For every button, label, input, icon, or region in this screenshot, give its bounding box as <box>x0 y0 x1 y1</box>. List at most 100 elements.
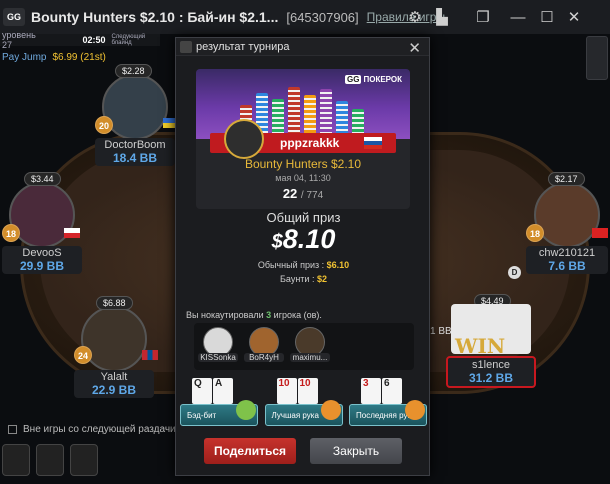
prize-label: Общий приз <box>266 210 341 225</box>
tile-windows-icon[interactable]: ❐ <box>473 7 493 27</box>
hand-achievements: Q A Бэд-бит 10 10 Лучшая рука 3 6 Послед… <box>180 378 427 430</box>
player-name: Yalalt <box>100 371 128 383</box>
hero-cards: WIN <box>451 304 531 358</box>
place-total: / 774 <box>300 190 324 201</box>
prize-currency: $ <box>271 231 283 253</box>
slot-icon[interactable] <box>36 444 64 476</box>
bounty-row: Баунти : $2 <box>176 274 431 284</box>
brand-gg: GG <box>345 75 362 84</box>
avatar <box>9 182 75 248</box>
player-level: 18 <box>2 224 20 242</box>
window-title: Bounty Hunters $2.10 : Бай-ин $2.1... <box>31 9 279 25</box>
knocked-player[interactable]: BoR4yH <box>244 327 284 370</box>
player-bb: 7.6 BB <box>548 259 586 273</box>
dialog-title: результат турнира <box>196 40 290 53</box>
app-logo-icon: GG <box>3 8 25 26</box>
finish-place: 22 / 774 <box>196 186 410 201</box>
player-name: DevooS <box>22 247 62 259</box>
card: 10 <box>297 378 318 404</box>
stack-badge: $2.28 <box>115 64 152 78</box>
blind-timer-hint: Следующий блайнд <box>111 34 146 46</box>
achievement-bad-beat[interactable]: Q A Бэд-бит <box>180 378 258 430</box>
tournament-date: мая 04, 11:30 <box>275 173 331 183</box>
regular-prize-row: Обычный приз : $6.10 <box>176 260 431 270</box>
maximize-icon[interactable]: ☐ <box>537 7 557 27</box>
player-bb: 18.4 BB <box>112 151 158 165</box>
regular-prize-value: $6.10 <box>326 260 350 270</box>
avatar <box>102 74 168 140</box>
close-button[interactable]: Закрыть <box>310 438 402 464</box>
side-panel-button[interactable] <box>586 36 608 80</box>
bottom-toolbar <box>0 444 98 476</box>
minimize-icon[interactable]: — <box>508 7 528 27</box>
seat-devoos[interactable]: $3.44 18 DevooS 29.9 BB <box>2 172 82 274</box>
card: 10 <box>276 378 297 404</box>
avatar <box>81 306 147 372</box>
avatar <box>534 182 600 248</box>
flag-icon <box>64 228 80 238</box>
flag-icon <box>142 350 158 360</box>
knocked-player-name: maximu... <box>290 353 330 362</box>
emote-icon[interactable] <box>2 444 30 476</box>
brand-name: ПОКЕРОК <box>363 75 402 84</box>
achievement-best-hand[interactable]: 10 10 Лучшая рука <box>264 378 343 430</box>
knocked-player[interactable]: KISSonka <box>198 327 238 370</box>
close-window-icon[interactable]: ✕ <box>564 7 584 27</box>
player-level: 18 <box>526 224 544 242</box>
hero-bet: 1 BB <box>430 326 452 337</box>
winner-avatar <box>224 119 264 159</box>
level-label: уровень 27 <box>2 30 36 50</box>
tournament-info: уровень 27 02:50 Следующий блайнд Pay Ju… <box>0 30 160 64</box>
chat-icon[interactable] <box>70 444 98 476</box>
seat-s1lence[interactable]: $4.49 WIN s1lence 31.2 BB <box>446 294 536 388</box>
player-bb: 31.2 BB <box>468 371 514 385</box>
blind-timer: 02:50 <box>82 35 106 45</box>
card: 3 <box>361 378 381 404</box>
emoji-icon <box>320 400 341 420</box>
pay-jump-value: $6.99 (21st) <box>52 52 106 63</box>
flag-icon <box>364 137 382 149</box>
tournament-name: Bounty Hunters $2.10 <box>244 157 362 171</box>
player-bb: 29.9 BB <box>19 259 65 273</box>
achievement-last-hand[interactable]: 3 6 Последняя рука <box>349 378 427 430</box>
seat-doctorboom[interactable]: $2.28 20 DoctorBoom 18.4 BB <box>95 64 179 166</box>
knocked-player-name: KISSonka <box>198 353 238 362</box>
card: Q <box>192 378 212 404</box>
regular-prize-label: Обычный приз : <box>257 260 325 270</box>
sitout-checkbox[interactable] <box>8 425 17 434</box>
close-icon[interactable]: ✕ <box>408 39 421 57</box>
ko-count: 3 <box>266 310 272 320</box>
place-number: 22 <box>282 186 298 201</box>
tournament-id: [645307906] <box>286 9 359 25</box>
brand-logo: GG ПОКЕРОК <box>345 75 402 84</box>
ko-suffix: игрока (ов). <box>273 310 322 320</box>
pay-jump-label: Pay Jump <box>2 52 47 63</box>
bounty-value: $2 <box>316 274 327 284</box>
win-banner: WIN <box>455 334 506 358</box>
player-level: 20 <box>95 116 113 134</box>
card: A <box>213 378 233 404</box>
sitout-option[interactable]: Вне игры со следующей раздачи ▾ <box>8 424 187 435</box>
settings-gear-icon[interactable]: ⚙ <box>405 7 425 27</box>
knocked-out-list: KISSonka BoR4yH maximu... <box>194 323 414 370</box>
player-name: chw210121 <box>538 247 596 259</box>
trophy-icon <box>180 40 192 53</box>
result-card: GG ПОКЕРОК pppzrakkk Bounty Hunters $2.1… <box>196 69 410 209</box>
seat-yalalt[interactable]: $6.88 24 Yalalt 22.9 BB <box>74 296 158 398</box>
dealer-button-icon: D <box>508 266 521 279</box>
layout-icon[interactable]: ▙ <box>432 7 452 27</box>
knockout-summary: Вы нокаутировали 3 игрока (ов). <box>186 310 322 320</box>
winner-name: pppzrakkk <box>280 136 340 150</box>
player-name: DoctorBoom <box>104 139 166 151</box>
stack-badge: $3.44 <box>24 172 61 186</box>
stack-badge: $6.88 <box>96 296 133 310</box>
share-button[interactable]: Поделиться <box>204 438 296 464</box>
player-bb: 22.9 BB <box>91 383 137 397</box>
knocked-player[interactable]: maximu... <box>290 327 330 370</box>
ko-prefix: Вы нокаутировали <box>186 310 264 320</box>
player-level: 24 <box>74 346 92 364</box>
seat-chw210121[interactable]: $2.17 18 chw210121 7.6 BB <box>526 172 608 274</box>
dialog-header: результат турнира ✕ <box>176 38 429 57</box>
emoji-icon <box>405 400 425 420</box>
player-name: s1lence <box>472 359 510 371</box>
